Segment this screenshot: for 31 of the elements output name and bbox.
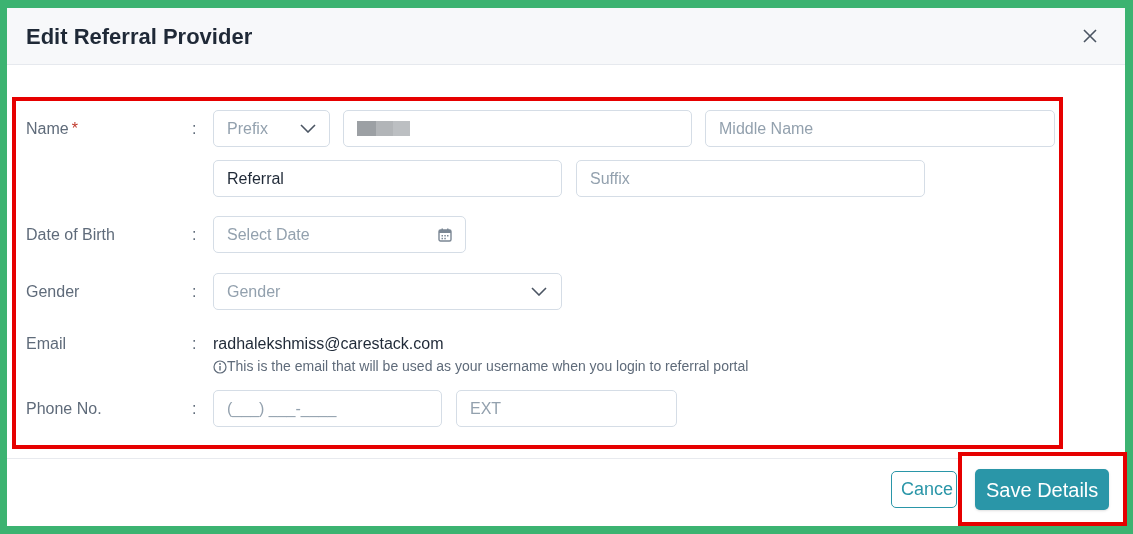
email-value: radhalekshmiss@carestack.com xyxy=(213,333,444,354)
calendar-icon xyxy=(438,227,452,242)
cancel-button[interactable]: Cance xyxy=(891,471,957,508)
prefix-select[interactable]: Prefix xyxy=(213,110,330,147)
redacted-mark xyxy=(357,121,410,136)
chevron-down-icon xyxy=(300,124,316,133)
input-field[interactable]: Suffix xyxy=(576,160,925,197)
colon: : xyxy=(192,281,197,302)
phone-field[interactable]: (___) ___-____ xyxy=(213,390,442,427)
hint-text: This is the email that will be used as your username when you login to referral portal xyxy=(227,357,749,376)
save-button[interactable]: Save Details xyxy=(975,469,1110,510)
field-label: Name xyxy=(26,118,69,139)
colon: : xyxy=(192,118,197,139)
chevron-down-icon xyxy=(531,287,547,296)
date-field[interactable]: Select Date xyxy=(213,216,466,253)
select-field[interactable]: Gender xyxy=(213,273,562,310)
field-label: Email xyxy=(26,333,66,354)
input-field[interactable]: Middle Name xyxy=(705,110,1055,147)
input-field[interactable]: Referral xyxy=(213,160,562,197)
field-label: Phone No. xyxy=(26,398,102,419)
close-icon[interactable] xyxy=(1083,29,1097,43)
colon: : xyxy=(192,333,197,354)
field-label: Date of Birth xyxy=(26,224,115,245)
required-mark: * xyxy=(71,118,78,139)
field-label: Gender xyxy=(26,281,80,302)
colon: : xyxy=(192,398,197,419)
input-field[interactable] xyxy=(343,110,692,147)
info-icon xyxy=(213,359,227,374)
dialog-title: Edit Referral Provider xyxy=(26,22,253,51)
extension-field[interactable]: EXT xyxy=(456,390,677,427)
colon: : xyxy=(192,224,197,245)
